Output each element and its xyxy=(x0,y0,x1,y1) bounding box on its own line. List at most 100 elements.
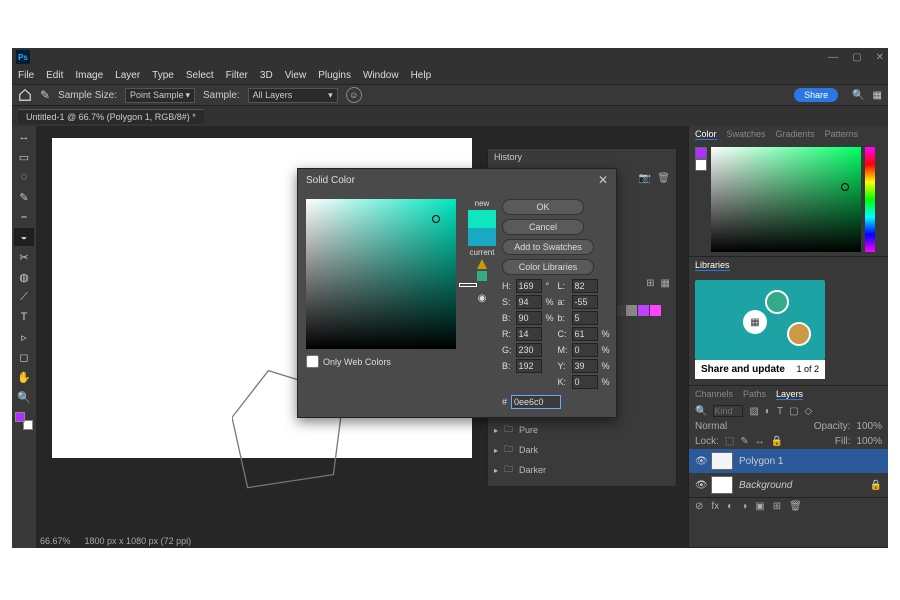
layer-filter-kind[interactable] xyxy=(713,405,743,417)
trash-icon[interactable]: 🗑 xyxy=(789,501,802,512)
swatch[interactable] xyxy=(650,305,661,316)
document-tab[interactable]: Untitled-1 @ 66.7% (Polygon 1, RGB/8#) * xyxy=(18,109,204,124)
r-input[interactable] xyxy=(516,327,542,341)
adjust-icon[interactable]: ◑ xyxy=(741,501,747,512)
b-input[interactable] xyxy=(572,311,598,325)
menu-plugins[interactable]: Plugins xyxy=(318,70,351,81)
swatch-folder[interactable]: ▸🗀Dark xyxy=(494,440,670,460)
tool-shape[interactable]: ◻ xyxy=(14,348,34,366)
home-icon[interactable] xyxy=(18,88,32,102)
tool-heal[interactable]: ✂ xyxy=(14,248,34,266)
layer-name[interactable]: Background xyxy=(739,480,792,491)
menu-type[interactable]: Type xyxy=(152,70,174,81)
search-icon[interactable]: 🔍 xyxy=(852,90,864,101)
tool-move[interactable]: ↔ xyxy=(14,128,34,146)
l-input[interactable] xyxy=(572,279,598,293)
workspace-icon[interactable]: ▦ xyxy=(873,90,882,101)
lock-all-icon[interactable]: ⬚ xyxy=(725,436,734,447)
library-preview[interactable]: ▦ xyxy=(695,280,825,360)
tab-paths[interactable]: Paths xyxy=(743,389,766,400)
menu-filter[interactable]: Filter xyxy=(226,70,248,81)
menu-view[interactable]: View xyxy=(285,70,307,81)
menu-help[interactable]: Help xyxy=(411,70,432,81)
new-layer-icon[interactable]: ⊞ xyxy=(773,501,781,512)
eyedropper-icon[interactable]: ✎ xyxy=(40,88,50,102)
mask-icon[interactable]: ◐ xyxy=(727,501,733,512)
filter-pixel-icon[interactable]: ▧ xyxy=(749,406,758,417)
layer-row[interactable]: 👁 Polygon 1 xyxy=(689,449,888,473)
y-input[interactable] xyxy=(572,359,598,373)
lock-icon[interactable]: 🔒 xyxy=(771,436,783,447)
tool-zoom[interactable]: 🔍 xyxy=(14,388,34,406)
bv-input[interactable] xyxy=(516,311,542,325)
color-picker-icon[interactable]: ▦ xyxy=(661,278,670,289)
history-tab[interactable]: History xyxy=(488,149,676,165)
color-libraries-button[interactable]: Color Libraries xyxy=(502,259,594,275)
tool-lasso[interactable]: ◌ xyxy=(14,168,34,186)
layer-row[interactable]: 👁 Background 🔒 xyxy=(689,473,888,497)
lock-pixels-icon[interactable]: ✎ xyxy=(740,436,748,447)
menu-edit[interactable]: Edit xyxy=(46,70,63,81)
k-input[interactable] xyxy=(572,375,598,389)
tool-type[interactable]: T xyxy=(14,308,34,326)
maximize-button[interactable]: ▢ xyxy=(852,52,861,63)
cancel-button[interactable]: Cancel xyxy=(502,219,584,235)
menu-file[interactable]: File xyxy=(18,70,34,81)
tab-layers[interactable]: Layers xyxy=(776,389,803,400)
color-field[interactable] xyxy=(711,147,861,252)
swatch-folder[interactable]: ▸🗀Darker xyxy=(494,460,670,480)
minimize-button[interactable]: — xyxy=(828,52,838,63)
visibility-icon[interactable]: 👁 xyxy=(695,456,705,467)
swatch[interactable] xyxy=(626,305,637,316)
layer-filter-search[interactable]: 🔍 xyxy=(695,406,707,417)
add-swatch-button[interactable]: Add to Swatches xyxy=(502,239,594,255)
hex-input[interactable] xyxy=(511,395,561,409)
tool-wand[interactable]: ✎ xyxy=(14,188,34,206)
opacity-value[interactable]: 100% xyxy=(856,421,882,432)
link-icon[interactable]: ⊘ xyxy=(695,501,703,512)
lock-position-icon[interactable]: ↔ xyxy=(755,436,765,447)
radio-hsb[interactable]: ◉ xyxy=(478,293,487,304)
filter-shape-icon[interactable]: ▢ xyxy=(789,406,798,417)
h-input[interactable] xyxy=(516,279,542,293)
tool-gradient[interactable]: ⟋ xyxy=(14,288,34,306)
color-fg-bg[interactable] xyxy=(695,147,707,252)
new-current-swatch[interactable] xyxy=(468,210,496,246)
g-input[interactable] xyxy=(516,343,542,357)
tool-pen[interactable]: ▹ xyxy=(14,328,34,346)
tool-marquee[interactable]: ▭ xyxy=(14,148,34,166)
fill-value[interactable]: 100% xyxy=(856,436,882,447)
menu-select[interactable]: Select xyxy=(186,70,214,81)
tab-gradients[interactable]: Gradients xyxy=(776,129,815,140)
sample-dropdown[interactable]: All Layers▾ xyxy=(248,88,338,103)
fx-icon[interactable]: fx xyxy=(711,501,719,512)
m-input[interactable] xyxy=(572,343,598,357)
ok-button[interactable]: OK xyxy=(502,199,584,215)
new-swatch-icon[interactable]: ⊞ xyxy=(646,278,654,289)
tool-eyedropper[interactable]: ◒ xyxy=(14,228,34,246)
tab-color[interactable]: Color xyxy=(695,129,717,140)
visibility-icon[interactable]: 👁 xyxy=(695,480,705,491)
blend-mode[interactable]: Normal xyxy=(695,421,727,432)
group-icon[interactable]: ▣ xyxy=(755,501,764,512)
menu-3d[interactable]: 3D xyxy=(260,70,273,81)
share-button[interactable]: Share xyxy=(794,88,838,102)
only-web-colors-checkbox[interactable] xyxy=(306,355,319,368)
a-input[interactable] xyxy=(572,295,598,309)
hue-slider[interactable] xyxy=(865,147,875,252)
filter-type-icon[interactable]: T xyxy=(777,406,783,417)
tab-patterns[interactable]: Patterns xyxy=(825,129,859,140)
filter-smart-icon[interactable]: ◇ xyxy=(805,406,813,417)
menu-layer[interactable]: Layer xyxy=(115,70,140,81)
sample-size-dropdown[interactable]: Point Sample▾ xyxy=(125,88,195,103)
filter-adjust-icon[interactable]: ◐ xyxy=(765,406,771,417)
tab-channels[interactable]: Channels xyxy=(695,389,733,400)
tool-brush[interactable]: ◍ xyxy=(14,268,34,286)
menu-window[interactable]: Window xyxy=(363,70,399,81)
close-icon[interactable]: ✕ xyxy=(598,173,608,187)
s-input[interactable] xyxy=(516,295,542,309)
fg-bg-colors[interactable] xyxy=(15,412,33,430)
tool-hand[interactable]: ✋ xyxy=(14,368,34,386)
smiley-icon[interactable]: ☺ xyxy=(346,87,362,103)
tool-crop[interactable]: ⎯ xyxy=(14,208,34,226)
